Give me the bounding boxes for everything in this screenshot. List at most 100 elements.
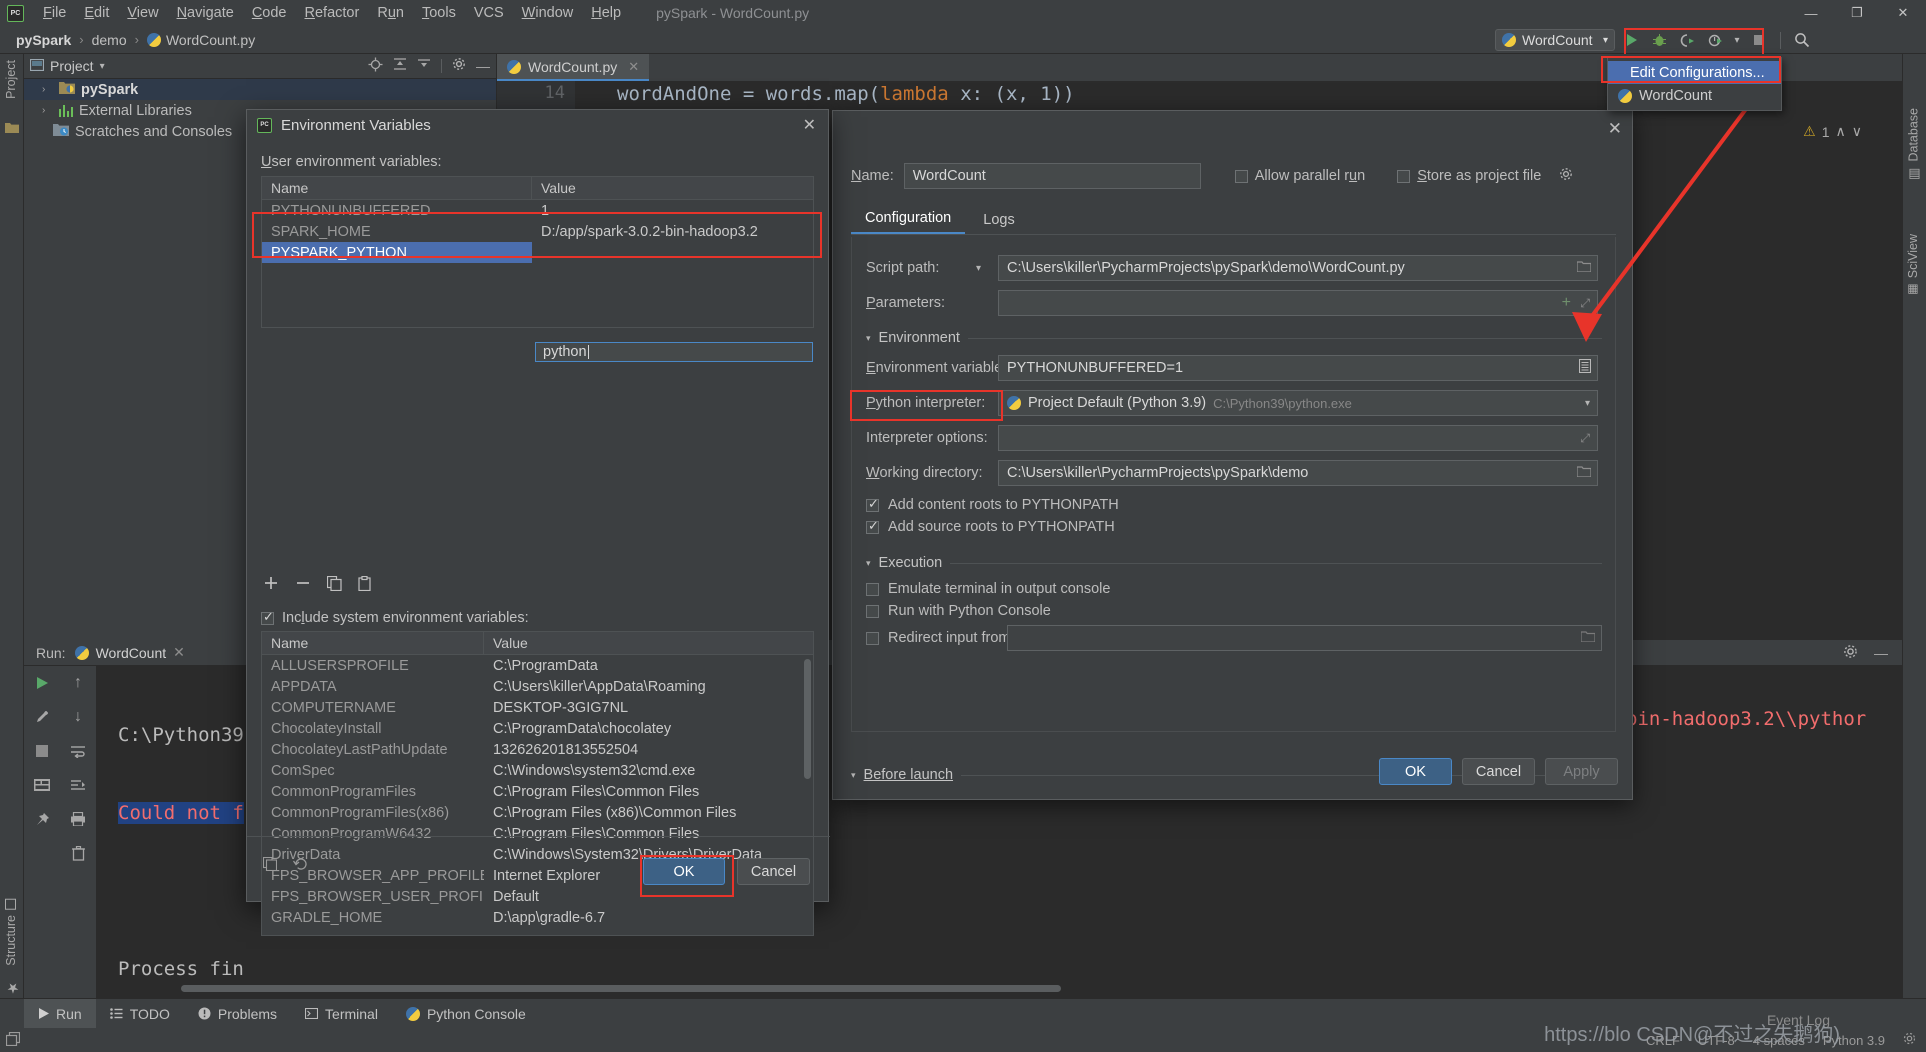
redirect-input-field[interactable]	[1007, 625, 1602, 651]
run-with-python-console-checkbox[interactable]: Run with Python Console	[866, 603, 1051, 619]
menu-help[interactable]: Help	[582, 3, 630, 23]
tool-tab-project[interactable]: Project	[4, 60, 18, 99]
emulate-terminal-checkbox[interactable]: Emulate terminal in output console	[866, 581, 1110, 597]
env-list-icon[interactable]	[1578, 358, 1592, 377]
chevron-right-icon[interactable]: ›	[42, 84, 53, 95]
table-row[interactable]: APPDATA C:\Users\killer\AppData\Roaming	[262, 676, 813, 697]
pin-icon[interactable]	[24, 802, 60, 836]
close-icon[interactable]: ✕	[628, 59, 639, 75]
vertical-scrollbar[interactable]	[804, 659, 811, 779]
working-directory-input[interactable]: C:\Users\killer\PycharmProjects\pySpark\…	[998, 460, 1598, 486]
stop-button[interactable]	[24, 734, 60, 768]
expand-icon[interactable]: ⤢	[1580, 431, 1590, 446]
run-button[interactable]	[1619, 28, 1643, 52]
hide-panel-icon[interactable]: —	[1874, 645, 1888, 661]
menu-navigate[interactable]: Navigate	[168, 3, 243, 23]
layout-icon[interactable]	[24, 768, 60, 802]
print-icon[interactable]	[60, 802, 96, 836]
show-tool-windows-icon[interactable]	[5, 1031, 21, 1049]
gear-icon[interactable]	[1559, 167, 1573, 185]
minimize-button[interactable]: —	[1788, 0, 1834, 26]
table-row[interactable]: FPS_BROWSER_USER_PROFILE_STRING Default	[262, 886, 813, 907]
tree-item-pyspark[interactable]: › pySpark	[24, 79, 496, 100]
menu-run[interactable]: Run	[368, 3, 413, 23]
menu-edit[interactable]: Edit	[75, 3, 118, 23]
run-tab-wordcount[interactable]: WordCount ✕	[74, 644, 185, 661]
execution-section-header[interactable]: ▾ Execution	[866, 555, 1602, 571]
edit-configuration-icon[interactable]	[24, 700, 60, 734]
editor-tab-wordcount[interactable]: WordCount.py ✕	[497, 54, 650, 81]
tool-tab-database[interactable]: ▤ Database	[1906, 108, 1921, 182]
menu-vcs[interactable]: VCS	[465, 3, 513, 23]
plus-icon[interactable]: +	[1562, 294, 1571, 312]
delete-icon[interactable]	[60, 836, 96, 870]
hide-panel-icon[interactable]: —	[476, 58, 490, 74]
table-row[interactable]: CommonProgramW6432 C:\Program Files\Commo…	[262, 823, 813, 844]
breadcrumb-item-file[interactable]: WordCount.py	[143, 31, 259, 49]
chevron-right-icon[interactable]: ›	[42, 105, 53, 116]
add-content-roots-checkbox[interactable]: Add content roots to PYTHONPATH	[866, 496, 1119, 513]
next-problem-icon[interactable]: ∨	[1852, 123, 1862, 140]
include-system-env-checkbox[interactable]: Include system environment variables:	[261, 609, 529, 626]
paste-icon[interactable]	[358, 575, 371, 596]
bottom-tab-python-console[interactable]: Python Console	[392, 999, 540, 1029]
revert-icon[interactable]	[292, 857, 308, 875]
previous-problem-icon[interactable]: ∧	[1836, 123, 1846, 140]
env-cancel-button[interactable]: Cancel	[737, 858, 810, 885]
tool-tab-sciview[interactable]: ▦ SciView	[1906, 234, 1920, 297]
debug-button[interactable]	[1647, 28, 1671, 52]
env-ok-button[interactable]: OK	[643, 858, 725, 885]
table-row[interactable]: COMPUTERNAME DESKTOP-3GIG7NL	[262, 697, 813, 718]
indent-status[interactable]: 4 spaces	[1753, 1033, 1805, 1048]
expand-all-icon[interactable]	[393, 57, 407, 75]
encoding-status[interactable]: UTF-8	[1698, 1033, 1735, 1048]
collapse-all-icon[interactable]	[417, 57, 431, 75]
environment-section-header[interactable]: ▾ Environment	[866, 330, 1602, 346]
profile-button[interactable]	[1703, 28, 1727, 52]
system-env-table[interactable]: Name Value ALLUSERSPROFILE C:\ProgramData…	[261, 631, 814, 936]
stop-button[interactable]	[1747, 28, 1771, 52]
copy-icon[interactable]	[262, 856, 278, 875]
profile-dropdown-icon[interactable]: ▾	[1731, 28, 1743, 52]
table-row[interactable]: ChocolateyInstall C:\ProgramData\chocolat…	[262, 718, 813, 739]
event-log-label[interactable]: Event Log	[1767, 1012, 1830, 1028]
menu-code[interactable]: Code	[243, 3, 296, 23]
bottom-tab-terminal[interactable]: Terminal	[291, 999, 392, 1029]
store-as-project-file-checkbox[interactable]: Store as project file	[1397, 168, 1541, 184]
tab-configuration[interactable]: Configuration	[851, 207, 966, 234]
env-value-editor-input[interactable]: python	[535, 342, 813, 362]
script-path-input[interactable]: C:\Users\killer\PycharmProjects\pySpark\…	[998, 255, 1598, 281]
gear-icon[interactable]	[1903, 1032, 1916, 1048]
interpreter-status[interactable]: Python 3.9	[1823, 1033, 1885, 1048]
chevron-down-icon[interactable]: ▾	[976, 263, 998, 274]
locate-icon[interactable]	[368, 57, 383, 76]
plus-icon[interactable]	[263, 575, 279, 596]
menu-refactor[interactable]: Refactor	[296, 3, 369, 23]
table-row[interactable]: SPARK_HOME D:/app/spark-3.0.2-bin-hadoop…	[262, 221, 813, 242]
search-icon[interactable]	[1790, 28, 1814, 52]
bottom-tab-todo[interactable]: TODO	[96, 999, 184, 1029]
dropdown-item-wordcount[interactable]: WordCount	[1608, 84, 1781, 107]
table-row[interactable]: PYTHONUNBUFFERED 1	[262, 200, 813, 221]
breadcrumb-item-project[interactable]: pySpark	[12, 31, 75, 49]
close-icon[interactable]: ✕	[173, 644, 185, 661]
maximize-button[interactable]: ❐	[1834, 0, 1880, 26]
gear-icon[interactable]	[452, 57, 466, 75]
scroll-up-icon[interactable]: ↑	[60, 666, 96, 700]
tool-tab-structure[interactable]: Structure	[4, 899, 18, 966]
tab-logs[interactable]: Logs	[969, 209, 1028, 234]
dropdown-item-edit-configurations[interactable]: Edit Configurations...	[1608, 61, 1781, 84]
bottom-tab-run[interactable]: Run	[24, 998, 96, 1029]
rerun-button[interactable]	[24, 666, 60, 700]
add-source-roots-checkbox[interactable]: Add source roots to PYTHONPATH	[866, 518, 1115, 535]
scroll-to-end-icon[interactable]	[60, 768, 96, 802]
table-row[interactable]: GRADLE_HOME D:\app\gradle-6.7	[262, 907, 813, 928]
run-configuration-selector[interactable]: WordCount ▾	[1495, 29, 1615, 51]
redirect-input-checkbox[interactable]	[866, 631, 879, 645]
horizontal-scrollbar[interactable]	[181, 985, 1061, 992]
table-row[interactable]: CommonProgramFiles C:\Program Files\Commo…	[262, 781, 813, 802]
folder-icon[interactable]	[1576, 465, 1592, 481]
user-env-table[interactable]: Name Value PYTHONUNBUFFERED 1 SPARK_HOME…	[261, 176, 814, 328]
folder-icon[interactable]	[1580, 630, 1596, 646]
menu-file[interactable]: File	[34, 3, 75, 23]
